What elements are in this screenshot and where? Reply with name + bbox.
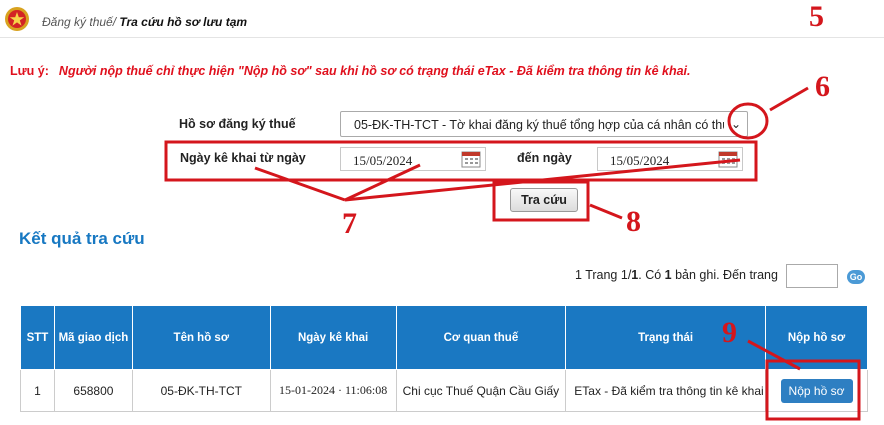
notice-label: Lưu ý: <box>10 64 49 78</box>
cell-declared-date: 15-01-2024 · 11:06:08 <box>269 369 397 412</box>
go-button[interactable]: Go <box>847 270 865 284</box>
cell-dossier-name: 05-ĐK-TH-TCT <box>131 369 271 412</box>
dossier-type-selected-value: 05-ĐK-TH-TCT - Tờ khai đăng ký thuế tổng… <box>354 118 724 132</box>
annotation-arrow-6 <box>769 86 809 112</box>
date-from-input[interactable]: 15/05/2024 <box>340 147 486 171</box>
annotation-number-8: 8 <box>626 205 641 238</box>
cell-submit: Nộp hồ sơ <box>765 369 868 412</box>
breadcrumb: Đăng ký thuế/ Tra cứu hồ sơ lưu tạm <box>42 15 247 29</box>
date-to-value: 15/05/2024 <box>610 153 670 168</box>
annotation-arrow-8 <box>589 203 623 220</box>
dossier-type-label: Hồ sơ đăng ký thuế <box>179 117 296 131</box>
breadcrumb-current: Tra cứu hồ sơ lưu tạm <box>119 15 248 29</box>
cell-status: ETax - Đã kiểm tra thông tin kê khai <box>565 369 766 412</box>
chevron-down-icon[interactable]: ⌄ <box>731 117 741 131</box>
annotation-number-5: 5 <box>809 0 824 33</box>
date-from-value: 15/05/2024 <box>353 153 413 168</box>
results-table: STT Mã giao dịch Tên hồ sơ Ngày kê khai … <box>20 305 868 412</box>
national-emblem-icon <box>5 7 29 31</box>
column-header-stt: STT <box>20 305 55 370</box>
annotation-number-7: 7 <box>342 207 357 240</box>
submit-dossier-button[interactable]: Nộp hồ sơ <box>780 378 853 403</box>
column-header-transaction-code: Mã giao dịch <box>53 305 133 370</box>
column-header-submit: Nộp hồ sơ <box>765 305 868 370</box>
cell-stt: 1 <box>20 369 55 412</box>
calendar-icon[interactable] <box>718 150 738 168</box>
go-to-page-input[interactable] <box>786 264 838 288</box>
breadcrumb-bar: Đăng ký thuế/ Tra cứu hồ sơ lưu tạm <box>0 0 884 38</box>
date-to-input[interactable]: 15/05/2024 <box>597 147 743 171</box>
annotation-number-9: 9 <box>722 316 737 349</box>
breadcrumb-parent-link[interactable]: Đăng ký thuế/ <box>42 15 116 29</box>
annotation-line-7a <box>254 166 346 202</box>
column-header-tax-office: Cơ quan thuế <box>395 305 567 370</box>
date-from-label: Ngày kê khai từ ngày <box>180 151 306 165</box>
table-row: 1 658800 05-ĐK-TH-TCT 15-01-2024 · 11:06… <box>20 369 868 412</box>
column-header-declared-date: Ngày kê khai <box>269 305 397 370</box>
notice-text: Lưu ý: Người nộp thuế chỉ thực hiện "Nộp … <box>10 64 691 78</box>
cell-tax-office: Chi cục Thuế Quận Cầu Giấy <box>395 369 567 412</box>
date-to-label: đến ngày <box>517 151 572 165</box>
results-title: Kết quả tra cứu <box>19 229 145 248</box>
calendar-icon[interactable] <box>461 150 481 168</box>
search-button[interactable]: Tra cứu <box>510 188 578 212</box>
column-header-dossier-name: Tên hồ sơ <box>131 305 271 370</box>
pagination-info: 1 Trang 1/1. Có 1 bản ghi. Đến trang <box>575 268 778 282</box>
dossier-type-select[interactable]: 05-ĐK-TH-TCT - Tờ khai đăng ký thuế tổng… <box>340 111 748 137</box>
annotation-number-6: 6 <box>815 70 830 103</box>
notice-body: Người nộp thuế chỉ thực hiện "Nộp hồ sơ"… <box>58 64 691 78</box>
cell-transaction-code: 658800 <box>53 369 133 412</box>
